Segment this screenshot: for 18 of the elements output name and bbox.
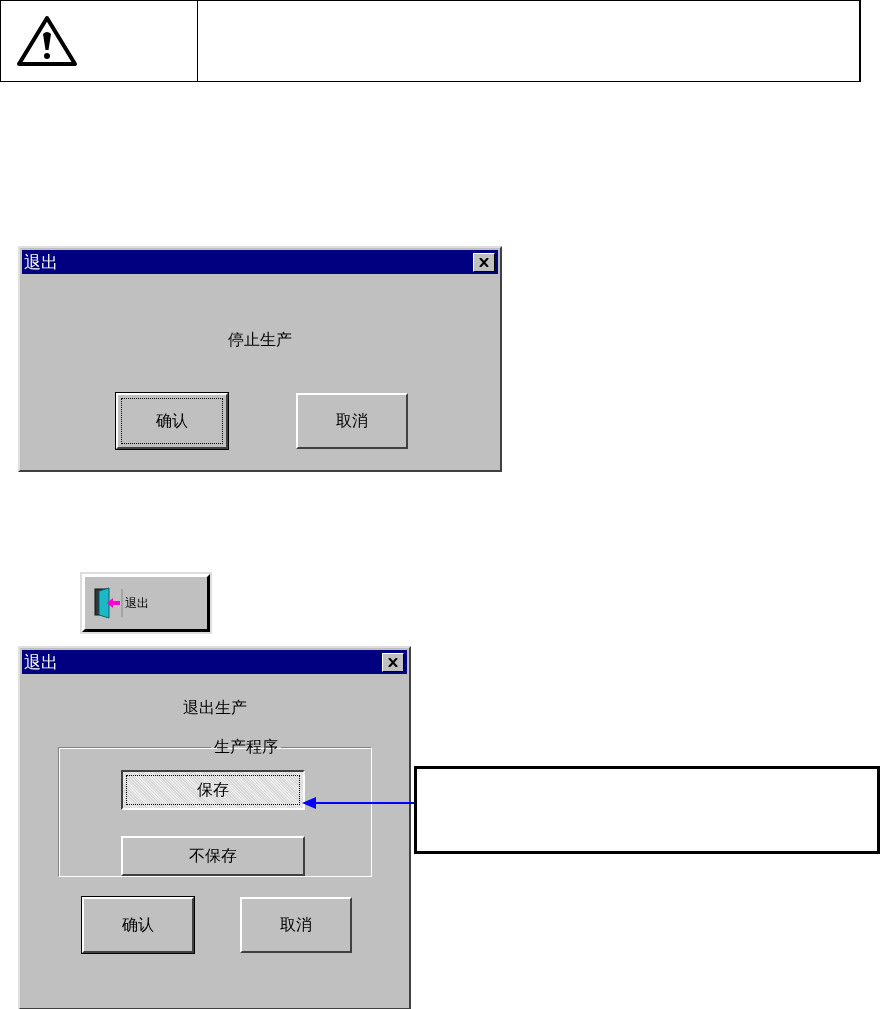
group-label: 生产程序 [213,737,279,758]
dialog-message: 停止生产 [227,330,293,351]
dialog-button[interactable]: 确认 [82,897,194,953]
option-button[interactable]: 不保存 [121,836,305,876]
dialog-button[interactable]: 确认 [116,393,228,449]
close-icon [388,657,398,667]
close-button[interactable] [382,652,404,672]
option-button[interactable]: 保存 [121,770,305,810]
dialog-title: 退出 [24,650,58,674]
dialog-button[interactable]: 取消 [296,393,408,449]
dialog-button[interactable]: 取消 [240,897,352,953]
dialog-title: 退出 [24,250,58,274]
warning-icon [15,14,79,68]
exit-button[interactable]: 退出 [82,574,210,632]
close-icon [479,257,489,267]
dialog-message: 退出生产 [181,698,248,719]
close-button[interactable] [473,252,495,272]
door-icon [93,587,123,619]
